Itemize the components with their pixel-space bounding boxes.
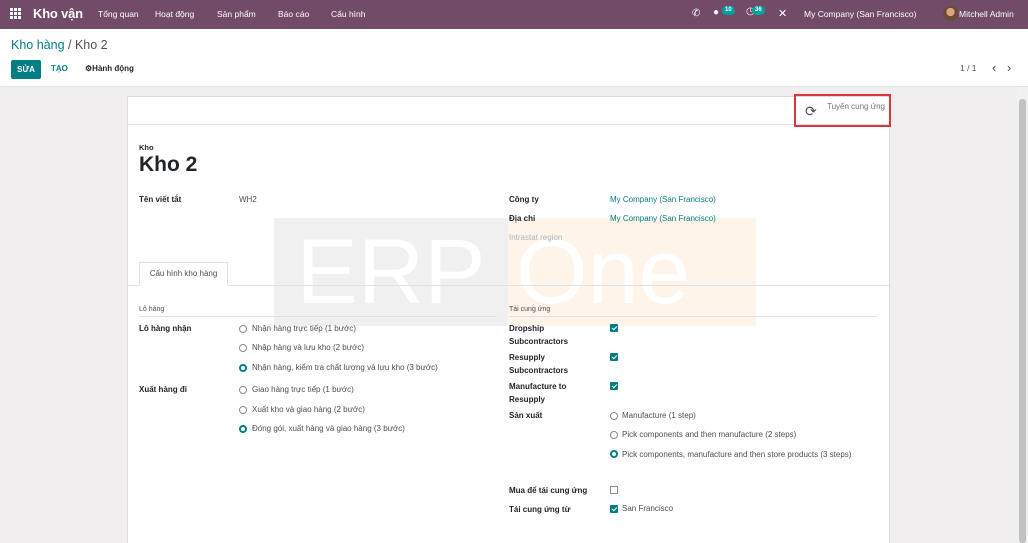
address-label: Địa chỉ xyxy=(509,214,536,223)
outgoing-option-2[interactable]: Xuất kho và giao hàng (2 bước) xyxy=(252,405,365,414)
top-navbar: Kho vận Tổng quan Hoạt động Sản phẩm Báo… xyxy=(0,0,1028,29)
section-divider xyxy=(139,316,497,317)
manufacture-radio-1[interactable] xyxy=(610,412,618,420)
close-icon[interactable]: ✕ xyxy=(778,7,787,20)
short-name-label: Tên viết tắt xyxy=(139,195,182,204)
pager-value[interactable]: 1 / 1 xyxy=(960,63,977,73)
action-label: Hành động xyxy=(92,64,134,73)
outgoing-option-1[interactable]: Giao hàng trực tiếp (1 bước) xyxy=(252,385,354,394)
resupply-from-label: Tái cung ứng từ xyxy=(509,505,571,514)
breadcrumb-separator: / xyxy=(64,38,75,52)
form-sheet: ⟳ Tuyến cung ứng ERP One Kho Kho 2 Tên v… xyxy=(127,94,891,543)
incoming-shipments-label: Lô hàng nhận xyxy=(139,324,192,333)
buy-to-resupply-label: Mua để tái cung ứng xyxy=(509,486,588,495)
manufacture-to-resupply-label: Manufacture to Resupply xyxy=(509,382,567,404)
breadcrumb-current: Kho 2 xyxy=(74,38,108,52)
shipments-section-title: Lô hàng xyxy=(139,306,165,313)
warehouse-name[interactable]: Kho 2 xyxy=(139,153,197,177)
manufacture-label: Sản xuất xyxy=(509,411,543,420)
incoming-option-2[interactable]: Nhập hàng và lưu kho (2 bước) xyxy=(252,343,364,352)
breadcrumb-parent[interactable]: Kho hàng xyxy=(11,38,65,52)
manufacture-option-2[interactable]: Pick components and then manufacture (2 … xyxy=(622,430,796,439)
apps-menu-icon[interactable] xyxy=(10,8,21,19)
tab-bar-line xyxy=(128,285,889,286)
scrollbar-thumb[interactable] xyxy=(1019,99,1026,543)
resupply-from-checkbox[interactable] xyxy=(610,505,618,513)
outgoing-shipments-label: Xuất hàng đi xyxy=(139,385,187,394)
outgoing-option-3[interactable]: Đóng gói, xuất hàng và giao hàng (3 bước… xyxy=(252,424,405,433)
outgoing-radio-2[interactable] xyxy=(239,406,247,414)
action-menu-button[interactable]: ⚙Hành động xyxy=(85,64,134,73)
dropship-subcontractors-checkbox[interactable] xyxy=(610,324,618,332)
replenish-button[interactable]: Tuyến cung ứng xyxy=(827,101,887,112)
manufacture-option-1[interactable]: Manufacture (1 step) xyxy=(622,411,696,420)
manufacture-to-resupply-checkbox[interactable] xyxy=(610,382,618,390)
resupply-subcontractors-checkbox[interactable] xyxy=(610,353,618,361)
incoming-radio-1[interactable] xyxy=(239,325,247,333)
control-panel: Kho hàng / Kho 2 SỬA TẠO ⚙Hành động 1 / … xyxy=(0,29,1028,87)
menu-operations[interactable]: Hoạt động xyxy=(155,9,194,19)
menu-products[interactable]: Sản phẩm xyxy=(217,9,256,19)
incoming-radio-2[interactable] xyxy=(239,344,247,352)
manufacture-option-3[interactable]: Pick components, manufacture and then st… xyxy=(622,449,852,461)
resupply-from-value[interactable]: San Francisco xyxy=(622,504,673,513)
address-link[interactable]: My Company (San Francisco) xyxy=(610,214,716,223)
company-switcher[interactable]: My Company (San Francisco) xyxy=(804,9,916,19)
menu-configuration[interactable]: Cấu hình xyxy=(331,9,366,19)
watermark-erp: ERP xyxy=(274,218,508,326)
menu-overview[interactable]: Tổng quan xyxy=(98,9,139,19)
incoming-option-1[interactable]: Nhận hàng trực tiếp (1 bước) xyxy=(252,324,356,333)
create-button[interactable]: TẠO xyxy=(51,64,68,73)
company-label: Công ty xyxy=(509,195,539,204)
company-link[interactable]: My Company (San Francisco) xyxy=(610,195,716,204)
section-divider xyxy=(509,316,877,317)
menu-reporting[interactable]: Báo cáo xyxy=(278,9,309,19)
resupply-subcontractors-label: Resupply Subcontractors xyxy=(509,353,569,375)
messages-count-badge: 10 xyxy=(722,6,735,15)
breadcrumb: Kho hàng / Kho 2 xyxy=(11,38,108,52)
incoming-option-3[interactable]: Nhận hàng, kiểm tra chất lượng và lưu kh… xyxy=(252,363,438,372)
resupply-section-title: Tái cung ứng xyxy=(509,306,551,313)
tab-warehouse-config[interactable]: Cấu hình kho hàng xyxy=(139,262,228,286)
app-brand[interactable]: Kho vận xyxy=(33,6,83,21)
outgoing-radio-1[interactable] xyxy=(239,386,247,394)
activities-count-badge: 36 xyxy=(752,6,765,15)
avatar[interactable] xyxy=(943,6,958,21)
edit-button[interactable]: SỬA xyxy=(11,60,41,79)
phone-icon[interactable]: ✆ xyxy=(692,8,700,19)
manufacture-radio-2[interactable] xyxy=(610,431,618,439)
name-label: Kho xyxy=(139,143,154,152)
incoming-radio-3[interactable] xyxy=(239,364,247,372)
outgoing-radio-3[interactable] xyxy=(239,425,247,433)
user-menu[interactable]: Mitchell Admin xyxy=(959,9,1014,19)
messages-icon[interactable]: ● xyxy=(713,7,719,18)
refresh-icon[interactable]: ⟳ xyxy=(805,103,817,120)
pager-next-icon[interactable]: › xyxy=(1007,60,1011,75)
manufacture-radio-3[interactable] xyxy=(610,450,618,458)
pager-previous-icon[interactable]: ‹ xyxy=(992,60,996,75)
intrastat-region-field[interactable]: Intrastat region xyxy=(509,233,562,242)
dropship-subcontractors-label: Dropship Subcontractors xyxy=(509,324,569,346)
short-name-value[interactable]: WH2 xyxy=(239,195,257,204)
buy-to-resupply-checkbox[interactable] xyxy=(610,486,618,494)
button-box xyxy=(128,97,889,125)
